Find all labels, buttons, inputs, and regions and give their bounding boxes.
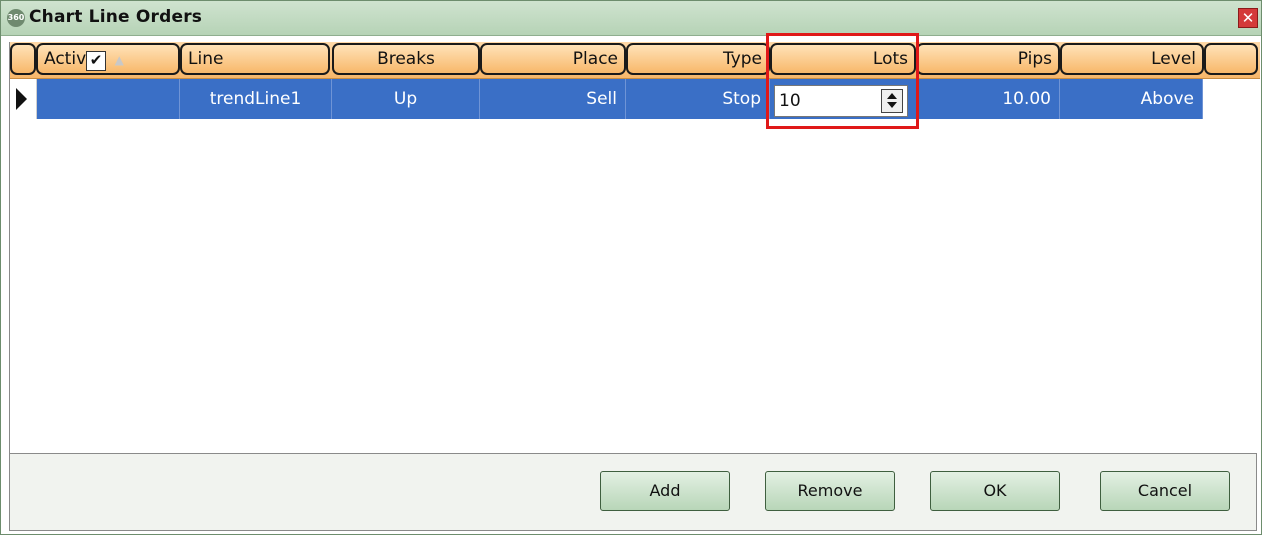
chart-line-orders-window: 360 Chart Line Orders ✕ Active ▲ Line Bre…: [0, 0, 1262, 535]
cell-pips[interactable]: 10.00: [916, 79, 1060, 119]
sort-ascending-icon: ▲: [114, 53, 124, 67]
orders-grid: Active ▲ Line Breaks Place Type Lots Pips…: [9, 42, 1260, 454]
cancel-button[interactable]: Cancel: [1100, 471, 1230, 511]
cell-place[interactable]: Sell: [480, 79, 626, 119]
lots-spin-buttons[interactable]: [881, 89, 903, 113]
current-row-arrow-icon: [16, 88, 27, 110]
column-header-place[interactable]: Place: [480, 43, 626, 75]
title-bar: 360 Chart Line Orders ✕: [1, 1, 1261, 36]
add-button[interactable]: Add: [600, 471, 730, 511]
button-bar: Add Remove OK Cancel: [9, 453, 1257, 531]
row-selector[interactable]: [10, 79, 37, 119]
column-header-breaks[interactable]: Breaks: [332, 43, 480, 75]
active-checkbox[interactable]: ✔: [86, 51, 106, 71]
window-title: Chart Line Orders: [29, 7, 203, 27]
cell-line[interactable]: trendLine1: [180, 79, 332, 119]
column-header-pips[interactable]: Pips: [916, 43, 1060, 75]
cell-type[interactable]: Stop: [626, 79, 770, 119]
ok-button[interactable]: OK: [930, 471, 1060, 511]
header-filler: [1204, 43, 1258, 75]
spin-up-icon[interactable]: [887, 93, 897, 99]
lots-stepper[interactable]: [774, 85, 908, 117]
cell-active: [36, 79, 180, 119]
column-header-type[interactable]: Type: [626, 43, 770, 75]
cell-breaks[interactable]: Up: [332, 79, 480, 119]
lots-input[interactable]: [777, 88, 881, 114]
column-header-lots[interactable]: Lots: [770, 43, 916, 75]
cell-level[interactable]: Above: [1060, 79, 1203, 119]
row-header-corner: [10, 43, 36, 75]
app-logo-icon: 360: [7, 9, 25, 27]
column-header-line[interactable]: Line: [180, 43, 330, 75]
remove-button[interactable]: Remove: [765, 471, 895, 511]
spin-down-icon[interactable]: [887, 102, 897, 108]
column-header-active[interactable]: Active ▲: [36, 43, 180, 75]
grid-header: Active ▲ Line Breaks Place Type Lots Pips…: [10, 42, 1260, 79]
column-header-level[interactable]: Level: [1060, 43, 1204, 75]
close-icon[interactable]: ✕: [1238, 8, 1258, 28]
